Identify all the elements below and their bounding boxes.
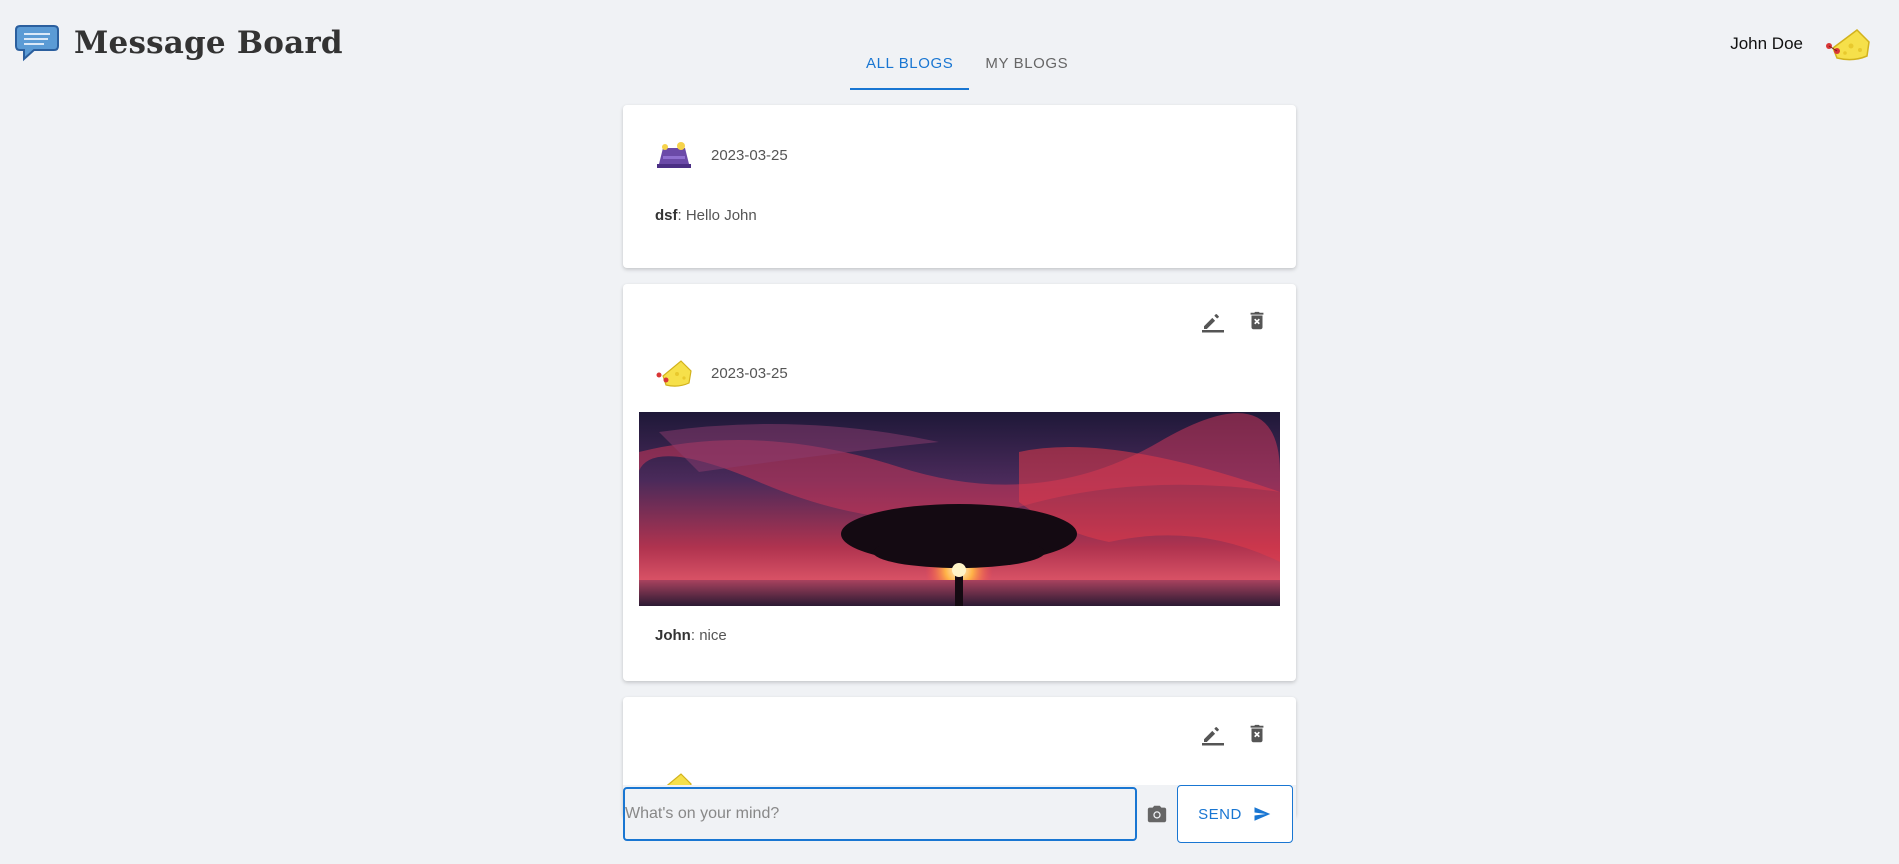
post-body: dsf: Hello John bbox=[655, 207, 1264, 224]
edit-button[interactable] bbox=[1200, 721, 1226, 747]
chat-bubble-icon bbox=[15, 25, 59, 62]
pencil-icon bbox=[1202, 314, 1224, 333]
post-card: 2023-03-25 dsf: Hello John bbox=[623, 105, 1296, 268]
post-body: John: nice bbox=[655, 627, 1264, 644]
post-date: 2023-03-25 bbox=[711, 364, 788, 382]
purple-hat-avatar-icon bbox=[657, 142, 691, 168]
tab-my-blogs[interactable]: MY BLOGS bbox=[969, 40, 1084, 90]
yellow-cheese-avatar-icon[interactable] bbox=[1823, 24, 1873, 64]
delete-button[interactable] bbox=[1244, 308, 1270, 334]
send-button[interactable]: SEND bbox=[1177, 785, 1293, 843]
trash-icon bbox=[1250, 311, 1264, 330]
compose-bar: SEND bbox=[623, 785, 1296, 843]
upload-image-button[interactable] bbox=[1137, 787, 1177, 841]
post-actions bbox=[1200, 721, 1270, 747]
camera-icon bbox=[1147, 805, 1167, 823]
user-menu[interactable]: John Doe bbox=[1730, 24, 1873, 64]
post-author: John bbox=[655, 627, 691, 644]
post-author: dsf bbox=[655, 207, 678, 224]
post-actions bbox=[1200, 308, 1270, 334]
post-separator: : bbox=[677, 207, 686, 224]
trash-icon bbox=[1250, 724, 1264, 743]
tab-all-blogs[interactable]: ALL BLOGS bbox=[850, 40, 970, 90]
send-icon bbox=[1254, 807, 1271, 821]
delete-button[interactable] bbox=[1244, 721, 1270, 747]
blog-tabs: ALL BLOGS MY BLOGS bbox=[850, 40, 1084, 90]
post-text: nice bbox=[699, 627, 727, 644]
blog-feed: 2023-03-25 dsf: Hello John 2023-03-25 Jo… bbox=[623, 105, 1296, 833]
post-separator: : bbox=[690, 627, 700, 644]
pencil-icon bbox=[1202, 727, 1224, 746]
sunset-tree-image bbox=[639, 412, 1280, 606]
app-header: Message Board ALL BLOGS MY BLOGS John Do… bbox=[0, 0, 1899, 104]
post-card: 2023-03-25 John: nice bbox=[623, 284, 1296, 681]
edit-button[interactable] bbox=[1200, 308, 1226, 334]
post-input[interactable] bbox=[623, 787, 1137, 841]
yellow-cheese-avatar-icon bbox=[656, 360, 692, 387]
post-text: Hello John bbox=[685, 207, 757, 224]
brand: Message Board bbox=[14, 22, 343, 64]
post-meta: 2023-03-25 bbox=[655, 138, 1264, 172]
send-label: SEND bbox=[1198, 805, 1242, 823]
user-name: John Doe bbox=[1730, 34, 1803, 53]
post-date: 2023-03-25 bbox=[711, 146, 788, 164]
post-meta: 2023-03-25 bbox=[655, 356, 1264, 390]
app-title: Message Board bbox=[74, 25, 343, 61]
